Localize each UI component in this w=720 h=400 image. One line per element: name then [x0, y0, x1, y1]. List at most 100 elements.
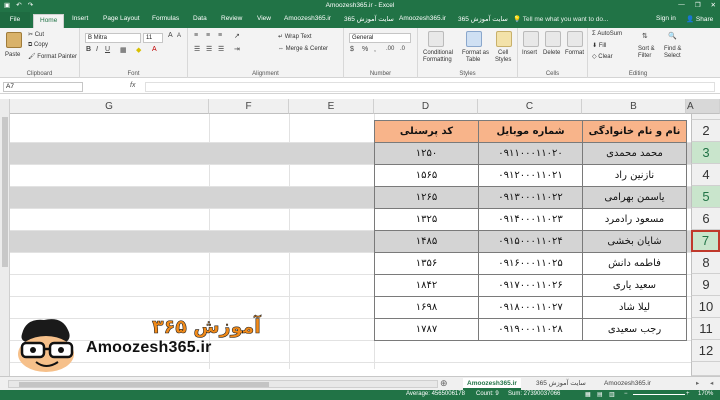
zoom-level[interactable]: 170%	[698, 391, 713, 397]
row-header-13-partial[interactable]	[691, 362, 720, 376]
fill-color-icon[interactable]: ◆	[136, 46, 141, 54]
table-header-mobile[interactable]: شماره موبایل	[478, 120, 583, 143]
tab-view[interactable]: View	[257, 15, 271, 22]
column-header-f[interactable]: F	[209, 99, 289, 114]
table-cell-code[interactable]: ۱۸۴۲	[374, 274, 479, 297]
paste-icon[interactable]	[6, 32, 22, 48]
horizontal-scroll-thumb[interactable]	[19, 382, 269, 387]
table-cell-code[interactable]: ۱۵۶۵	[374, 164, 479, 187]
minimize-button[interactable]: —	[678, 1, 685, 9]
wrap-text-button[interactable]: ↵ Wrap Text	[278, 33, 312, 40]
cut-button[interactable]: ✂ Cut	[28, 31, 44, 38]
fill-button[interactable]: ⬇ Fill	[592, 42, 606, 49]
page-layout-view-icon[interactable]: ▤	[597, 391, 603, 398]
page-break-view-icon[interactable]: ▥	[609, 391, 615, 398]
table-cell-name[interactable]: نازنین راد	[582, 164, 687, 187]
delete-cells-icon[interactable]	[545, 31, 561, 47]
sort-filter-icon[interactable]: ⇅	[642, 32, 648, 40]
conditional-formatting-label[interactable]: Conditional	[423, 50, 453, 56]
name-box[interactable]: A7	[3, 82, 83, 92]
currency-icon[interactable]: $	[350, 46, 354, 53]
font-shrink-icon[interactable]: A	[177, 33, 181, 39]
table-cell-name[interactable]: فاطمه دانش	[582, 252, 687, 275]
table-cell-name[interactable]: سعید یاری	[582, 274, 687, 297]
row-header-11[interactable]: 11	[691, 318, 720, 340]
fx-icon[interactable]: fx	[130, 82, 135, 89]
tab-formulas[interactable]: Formulas	[152, 15, 179, 22]
column-header-d[interactable]: D	[374, 99, 478, 114]
row-header-6[interactable]: 6	[691, 208, 720, 230]
row-header-2[interactable]: 2	[691, 120, 720, 142]
table-cell-name[interactable]: لیلا شاد	[582, 296, 687, 319]
table-cell-mobile[interactable]: ۰۹۱۵۰۰۰۱۱۰۲۴	[478, 230, 583, 253]
autosum-button[interactable]: Σ AutoSum	[592, 31, 622, 37]
bold-button[interactable]: B	[86, 46, 91, 53]
table-cell-name[interactable]: شایان بخشی	[582, 230, 687, 253]
zoom-out-button[interactable]: −	[624, 391, 628, 397]
column-header-c[interactable]: C	[478, 99, 582, 114]
delete-cells-button[interactable]: Delete	[543, 50, 560, 56]
tab-site-1[interactable]: Amoozesh365.ir	[284, 15, 331, 22]
tab-review[interactable]: Review	[221, 15, 242, 22]
format-as-table-label[interactable]: Format as	[462, 50, 489, 56]
cell-styles-icon[interactable]	[496, 31, 512, 47]
table-cell-mobile[interactable]: ۰۹۱۹۰۰۰۱۱۰۲۸	[478, 318, 583, 341]
format-cells-button[interactable]: Format	[565, 50, 584, 56]
close-button[interactable]: ✕	[711, 1, 716, 9]
share-button[interactable]: 👤 Share	[686, 15, 713, 23]
find-select-label[interactable]: Find &	[664, 46, 681, 52]
number-format-select[interactable]: General	[349, 33, 411, 43]
insert-cells-icon[interactable]	[523, 31, 539, 47]
add-sheet-icon[interactable]: ⊕	[436, 378, 452, 390]
scroll-tabs-right-icon[interactable]: ▸	[692, 378, 703, 390]
format-painter-button[interactable]: 🖌 Format Painter	[28, 53, 77, 60]
table-cell-code[interactable]: ۱۴۸۵	[374, 230, 479, 253]
decrease-decimal-icon[interactable]: .0	[400, 46, 405, 52]
table-cell-name[interactable]: محمد محمدی	[582, 142, 687, 165]
table-header-code[interactable]: کد پرسنلی	[374, 120, 479, 143]
row-header-8[interactable]: 8	[691, 252, 720, 274]
font-name-select[interactable]: B Mitra	[85, 33, 141, 43]
table-cell-name[interactable]: مسعود رادمرد	[582, 208, 687, 231]
clear-button[interactable]: ◇ Clear	[592, 53, 613, 60]
row-header-12[interactable]: 12	[691, 340, 720, 362]
column-header-b[interactable]: B	[582, 99, 686, 114]
table-cell-mobile[interactable]: ۰۹۱۷۰۰۰۱۱۰۲۶	[478, 274, 583, 297]
vertical-scroll-thumb[interactable]	[2, 117, 8, 267]
table-cell-code[interactable]: ۱۲۵۰	[374, 142, 479, 165]
table-cell-name[interactable]: رجب سعیدی	[582, 318, 687, 341]
tab-insert[interactable]: Insert	[72, 15, 88, 22]
table-cell-code[interactable]: ۱۶۹۸	[374, 296, 479, 319]
align-left-icon[interactable]: ☰	[194, 45, 200, 53]
row-header-7[interactable]: 7	[691, 230, 720, 252]
align-bottom-icon[interactable]: ≡	[218, 32, 222, 39]
scroll-tabs-left-icon[interactable]: ◂	[706, 378, 717, 390]
sheet-tab-1[interactable]: Amoozesh365.ir	[463, 378, 521, 390]
format-cells-icon[interactable]	[567, 31, 583, 47]
tab-site-3[interactable]: Amoozesh365.ir	[399, 15, 446, 22]
indent-icon[interactable]: ⇥	[234, 45, 240, 53]
comma-button[interactable]: ,	[374, 46, 376, 53]
table-cell-mobile[interactable]: ۰۹۱۲۰۰۰۱۱۰۲۱	[478, 164, 583, 187]
increase-decimal-icon[interactable]: .00	[386, 46, 394, 52]
table-cell-code[interactable]: ۱۷۸۷	[374, 318, 479, 341]
restore-button[interactable]: ❐	[695, 1, 701, 9]
row-header-4[interactable]: 4	[691, 164, 720, 186]
copy-button[interactable]: ⧉ Copy	[28, 42, 48, 49]
italic-button[interactable]: I	[96, 46, 98, 53]
column-header-e[interactable]: E	[289, 99, 374, 114]
tab-site-4[interactable]: سایت آموزش 365	[458, 15, 508, 23]
cell-styles-label[interactable]: Cell	[498, 50, 508, 56]
sheet-tab-3[interactable]: Amoozesh365.ir	[600, 378, 655, 390]
zoom-in-button[interactable]: +	[686, 391, 690, 397]
table-cell-mobile[interactable]: ۰۹۱۳۰۰۰۱۱۰۲۲	[478, 186, 583, 209]
table-cell-name[interactable]: یاسمن بهرامی	[582, 186, 687, 209]
table-cell-mobile[interactable]: ۰۹۱۶۰۰۰۱۱۰۲۵	[478, 252, 583, 275]
conditional-formatting-icon[interactable]	[428, 31, 444, 47]
table-cell-mobile[interactable]: ۰۹۱۴۰۰۰۱۱۰۲۳	[478, 208, 583, 231]
font-color-icon[interactable]: A	[152, 46, 157, 53]
percent-button[interactable]: %	[362, 46, 368, 53]
row-header-9[interactable]: 9	[691, 274, 720, 296]
tab-page-layout[interactable]: Page Layout	[103, 15, 140, 22]
tab-file[interactable]: File	[0, 12, 30, 28]
